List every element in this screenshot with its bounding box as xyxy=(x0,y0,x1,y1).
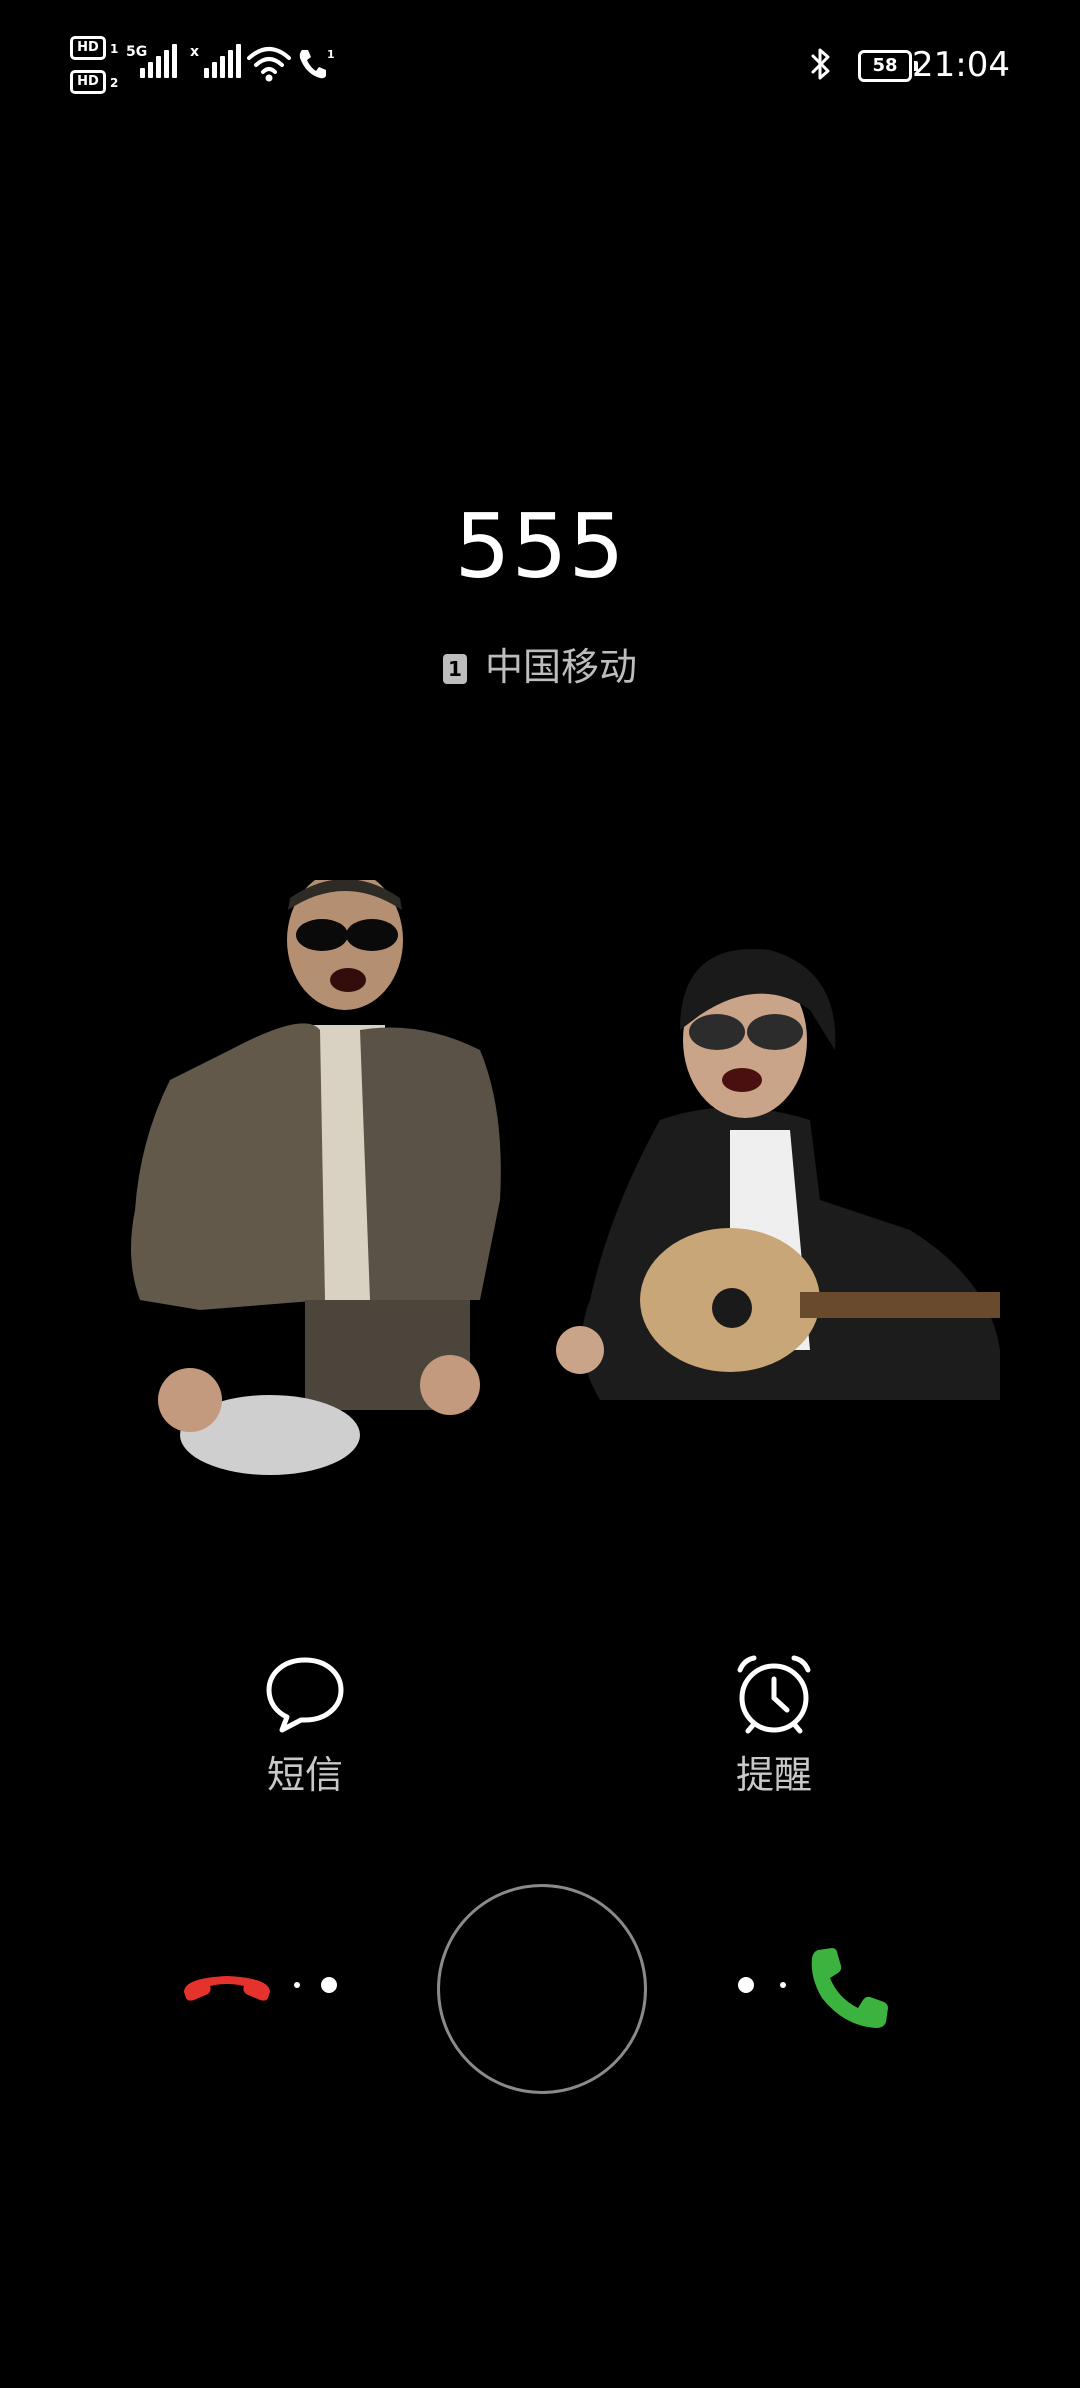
status-bar: HD 1 HD 2 5G x 1 58 21:04 xyxy=(0,0,1080,130)
remind-label: 提醒 xyxy=(735,1753,812,1797)
carrier-row: 1 中国移动 xyxy=(0,636,1080,691)
answer-hint-dot xyxy=(738,1977,754,1993)
caller-photo-left-figure xyxy=(131,880,501,1475)
hd2-badge: HD xyxy=(70,70,106,94)
wifi-icon xyxy=(247,47,291,82)
caller-photo-right-figure xyxy=(556,949,1000,1400)
phone-answer-icon[interactable] xyxy=(808,1944,892,2032)
remind-me-button[interactable]: 提醒 xyxy=(674,1654,874,1799)
bluetooth-icon xyxy=(811,48,830,80)
alarm-clock-icon xyxy=(737,1655,811,1734)
answer-hint-dot-small xyxy=(780,1982,786,1988)
svg-text:1: 1 xyxy=(327,48,335,61)
message-icon xyxy=(266,1657,344,1733)
decline-hint-dot xyxy=(321,1977,337,1993)
sim2-network-label: x xyxy=(190,44,200,60)
message-reply-button[interactable]: 短信 xyxy=(205,1654,405,1799)
hd1-badge: HD xyxy=(70,36,106,60)
phone-hangup-icon[interactable] xyxy=(178,1966,276,2010)
sim-slot-badge: 1 xyxy=(442,654,467,684)
hd2-sub: 2 xyxy=(110,76,119,90)
hd-voice-icon: HD 1 HD 2 xyxy=(70,36,118,96)
carrier-name: 中国移动 xyxy=(484,645,637,689)
call-icon: 1 xyxy=(299,48,335,79)
caller-number: 555 xyxy=(454,495,626,598)
battery-level: 58 xyxy=(872,55,898,76)
answer-slider-circle[interactable] xyxy=(437,1884,647,2094)
incoming-call-screen: HD 1 HD 2 5G x 1 58 21:04 555 1 中国移动 短信 … xyxy=(0,0,1080,2388)
battery-icon: 58 xyxy=(858,50,918,82)
message-label: 短信 xyxy=(266,1753,343,1797)
sim1-network-label: 5G xyxy=(126,44,148,60)
decline-hint-dot-small xyxy=(294,1982,300,1988)
hd1-sub: 1 xyxy=(110,42,119,56)
status-time: 21:04 xyxy=(912,45,1010,85)
caller-photo xyxy=(131,880,1000,1475)
